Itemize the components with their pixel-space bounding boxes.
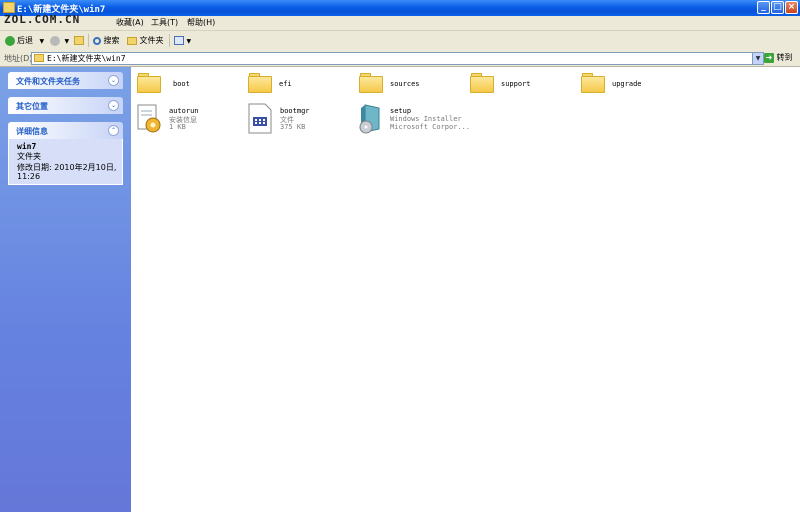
file-name: boot — [173, 80, 190, 88]
folder-item-efi[interactable]: efi — [248, 72, 328, 98]
chevron-down-icon[interactable]: ▼ — [40, 38, 45, 45]
setup-info-icon — [137, 104, 161, 133]
up-folder-icon — [74, 36, 84, 45]
folder-icon — [3, 2, 15, 13]
search-icon — [93, 36, 101, 45]
chevron-down-icon[interactable]: ⌄ — [108, 100, 119, 111]
file-type: Windows Installer — [390, 115, 462, 123]
details-modified-time: 11:26 — [17, 172, 41, 181]
task-pane: 文件和文件夹任务 ⌄ 其它位置 ⌄ 详细信息 ⌃ win7 文件夹 修改日期: … — [0, 67, 131, 512]
folder-icon — [581, 72, 605, 94]
close-button[interactable]: × — [785, 1, 798, 14]
folder-item-upgrade[interactable]: upgrade — [581, 72, 661, 98]
go-label: 转到 — [776, 53, 793, 62]
installer-icon — [359, 104, 380, 134]
folder-item-boot[interactable]: boot — [137, 72, 217, 98]
folders-icon — [127, 36, 137, 45]
minimize-button[interactable]: _ — [757, 1, 770, 14]
back-label: 后退 — [17, 36, 33, 45]
up-folder-button[interactable] — [74, 34, 84, 47]
tasks-panel-title: 文件和文件夹任务 — [16, 77, 80, 86]
title-bar: E:\新建文件夹\win7 _ □ × — [0, 0, 800, 16]
menu-bar: 收藏(A) 工具(T) 帮助(H) — [0, 16, 800, 45]
toolbar: 后退 ▼ ▼ 搜索 文件夹 ▼ — [0, 31, 800, 51]
file-publisher: Microsoft Corpor... — [390, 123, 471, 131]
menu-favorites[interactable]: 收藏(A) — [116, 17, 144, 28]
other-places-title: 其它位置 — [16, 102, 48, 111]
views-icon — [174, 36, 184, 45]
folder-icon — [248, 72, 272, 94]
maximize-button[interactable]: □ — [771, 1, 784, 14]
go-arrow-icon: ➜ — [764, 52, 774, 63]
file-name: sources — [390, 80, 420, 88]
folders-button[interactable]: 文件夹 — [127, 34, 164, 47]
go-button[interactable]: ➜ 转到 — [764, 52, 793, 63]
file-name: setup — [390, 107, 412, 115]
forward-button[interactable]: ▼ — [50, 34, 69, 47]
chevron-down-icon[interactable]: ▼ — [187, 38, 192, 45]
folder-icon — [470, 72, 494, 94]
details-type: 文件夹 — [17, 152, 41, 161]
folders-label: 文件夹 — [139, 36, 164, 45]
menu-help[interactable]: 帮助(H) — [187, 17, 215, 28]
file-size: 1 KB — [169, 123, 186, 131]
watermark: ZOL.COM.CN — [4, 13, 81, 26]
back-button[interactable]: 后退 ▼ — [5, 34, 44, 47]
chevron-down-icon[interactable]: ▼ — [65, 38, 70, 45]
details-panel-title: 详细信息 — [16, 127, 48, 136]
address-input[interactable]: E:\新建文件夹\win7 ▼ — [31, 52, 764, 65]
file-list: boot efi sources support upgrade autorun… — [131, 67, 800, 512]
chevron-up-icon[interactable]: ⌃ — [108, 125, 119, 136]
tasks-panel-header[interactable]: 文件和文件夹任务 ⌄ — [8, 72, 123, 89]
search-button[interactable]: 搜索 — [93, 34, 120, 47]
address-label: 地址(D) — [4, 54, 33, 63]
chevron-down-icon[interactable]: ▼ — [752, 53, 763, 64]
address-value: E:\新建文件夹\win7 — [47, 54, 126, 63]
file-name: support — [501, 80, 531, 88]
back-arrow-icon — [5, 35, 15, 46]
details-name: win7 — [17, 142, 37, 151]
chevron-down-icon[interactable]: ⌄ — [108, 75, 119, 86]
menu-tools[interactable]: 工具(T) — [151, 17, 178, 28]
folder-icon — [34, 54, 44, 62]
other-places-header[interactable]: 其它位置 ⌄ — [8, 97, 123, 114]
file-size: 375 KB — [280, 123, 306, 131]
file-item-autorun[interactable]: autorun 安装信息 1 KB — [136, 103, 236, 135]
forward-arrow-icon — [50, 35, 60, 46]
details-panel: win7 文件夹 修改日期: 2010年2月10日, 11:26 — [8, 139, 123, 185]
views-button[interactable]: ▼ — [174, 34, 191, 47]
system-file-icon — [248, 103, 272, 134]
folder-icon — [137, 72, 161, 94]
details-panel-header[interactable]: 详细信息 ⌃ — [8, 122, 123, 139]
file-item-bootmgr[interactable]: bootmgr 文件 375 KB — [247, 103, 347, 135]
file-name: bootmgr — [280, 107, 310, 115]
file-name: upgrade — [612, 80, 642, 88]
folder-item-support[interactable]: support — [470, 72, 550, 98]
search-label: 搜索 — [103, 36, 120, 45]
file-item-setup[interactable]: setup Windows Installer Microsoft Corpor… — [357, 103, 471, 135]
folder-icon — [359, 72, 383, 94]
file-name: autorun — [169, 107, 199, 115]
address-bar: 地址(D) E:\新建文件夹\win7 ▼ ➜ 转到 — [0, 50, 800, 67]
file-name: efi — [279, 80, 292, 88]
folder-item-sources[interactable]: sources — [359, 72, 439, 98]
